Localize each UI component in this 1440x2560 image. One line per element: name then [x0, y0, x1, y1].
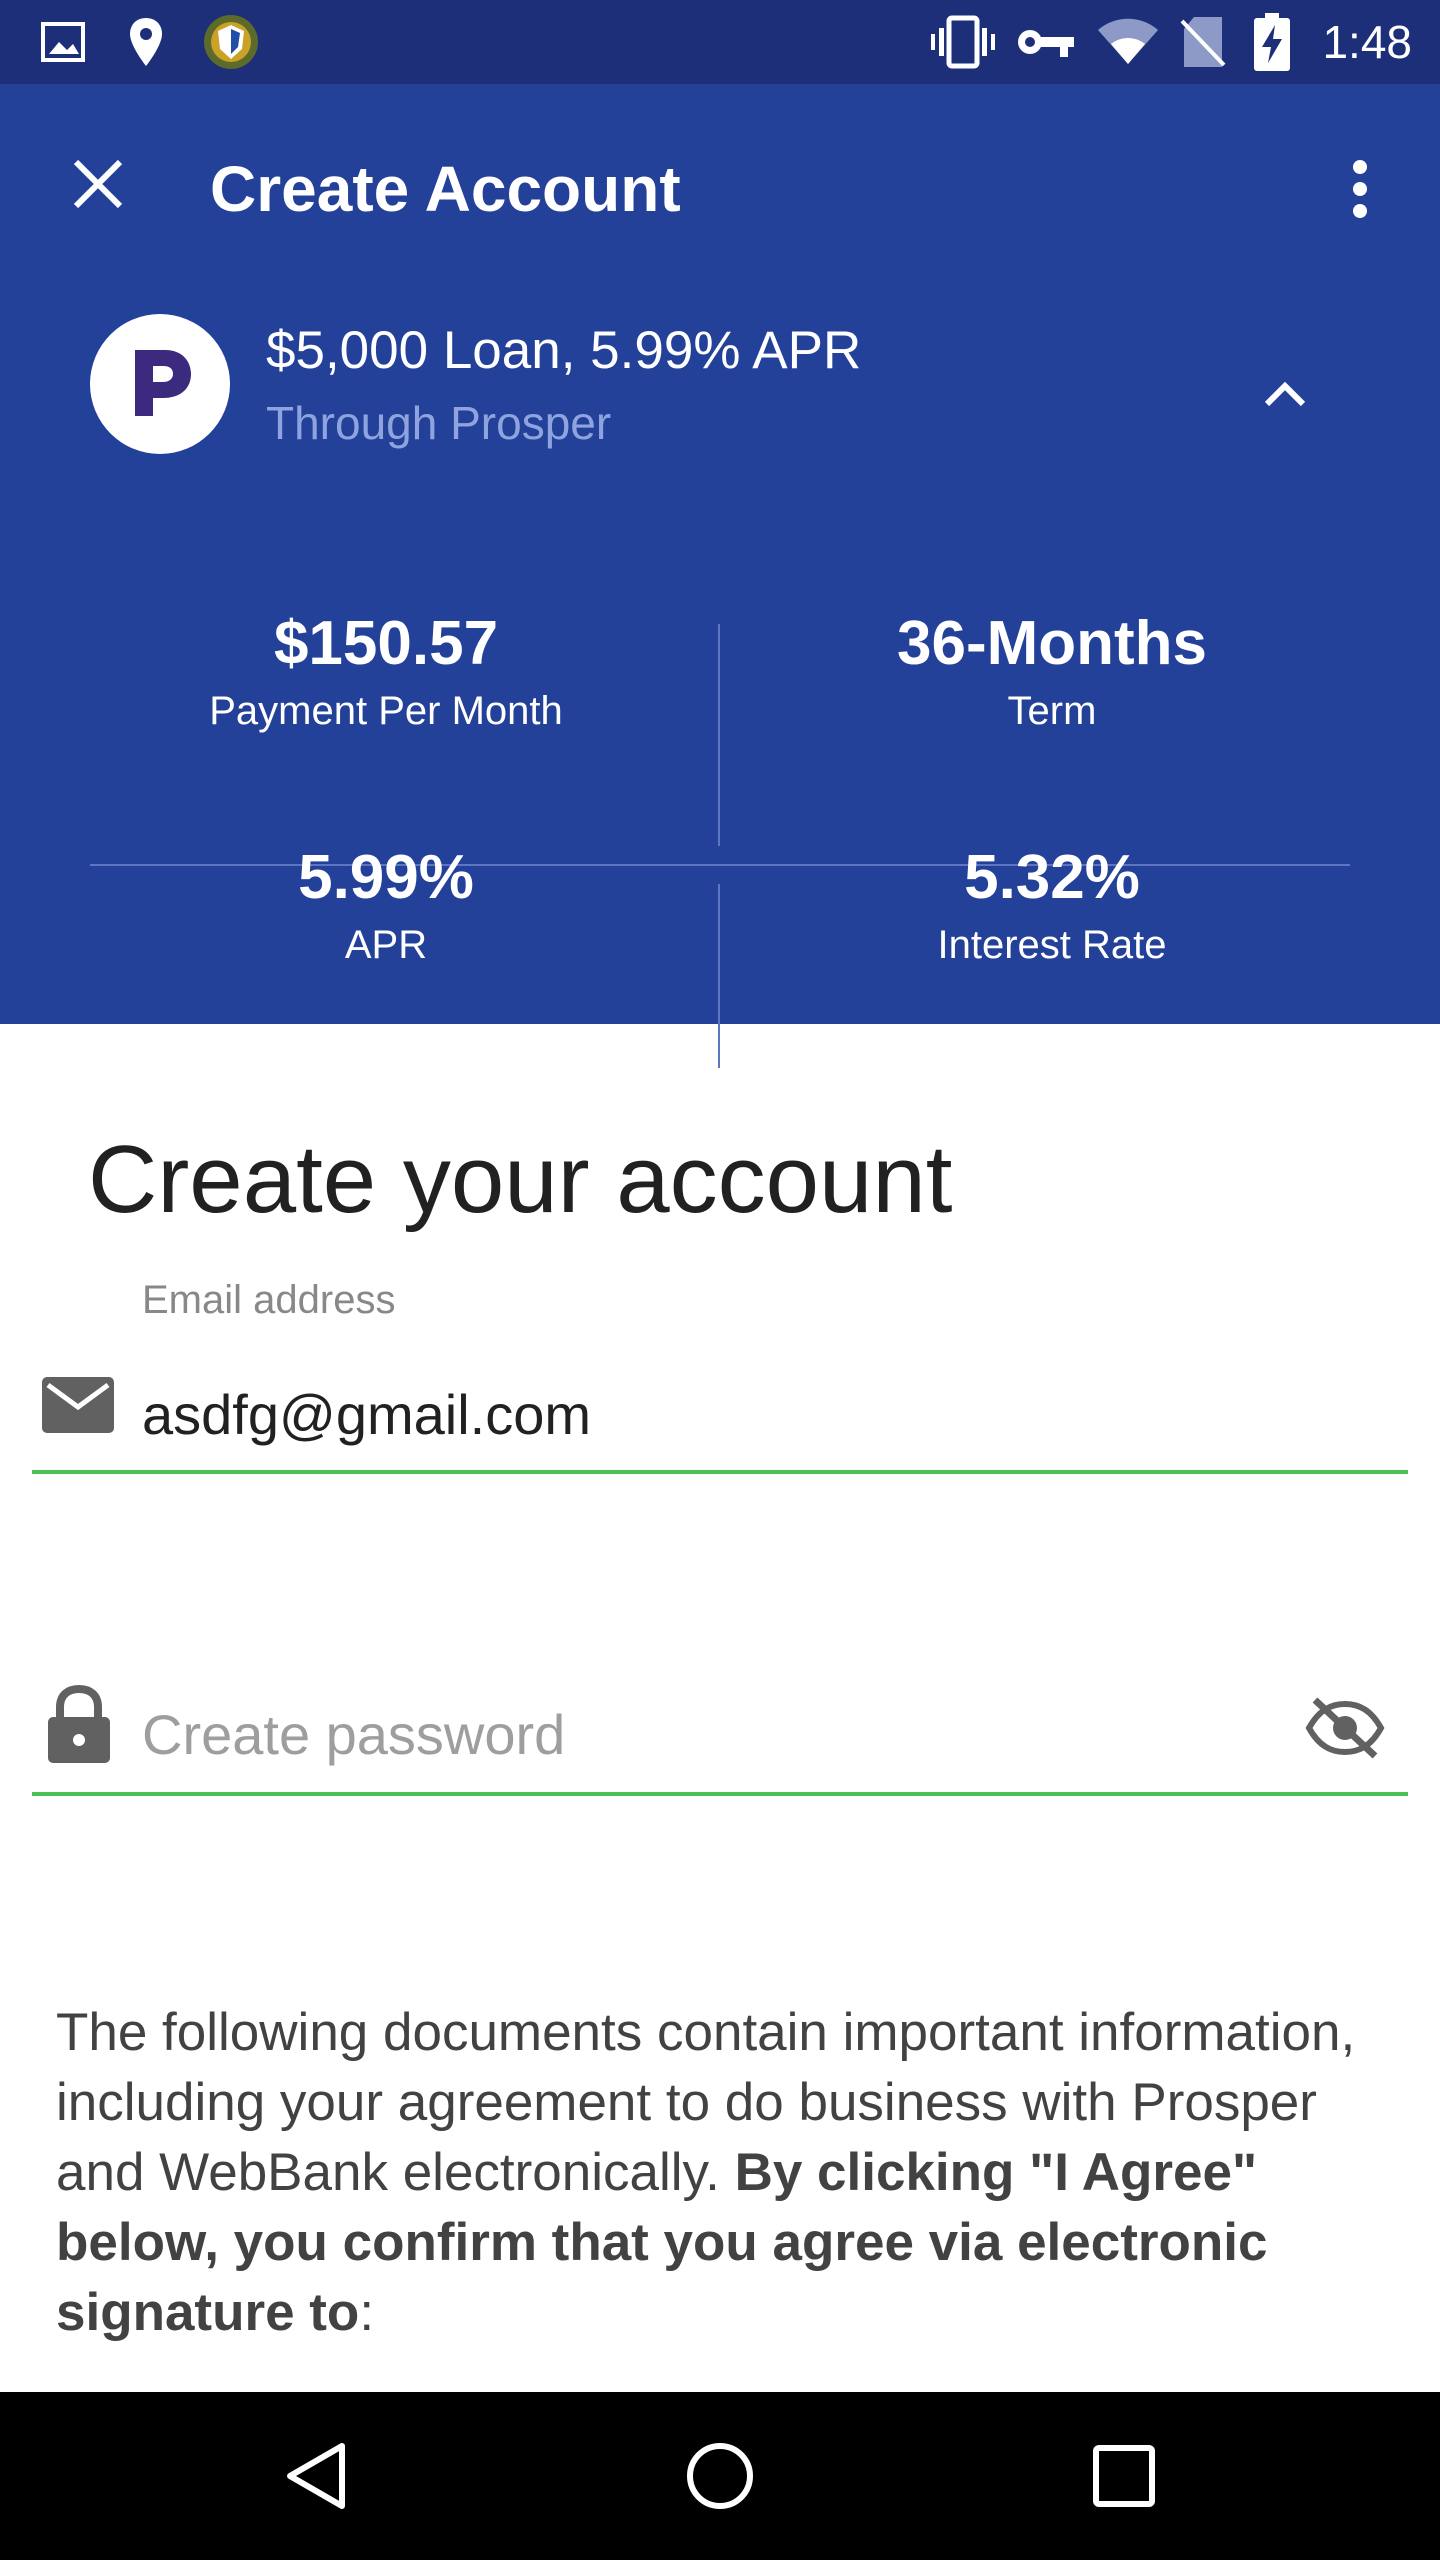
shield-app-icon — [200, 0, 262, 84]
stat-value: 36-Months — [897, 609, 1207, 678]
loan-title: $5,000 Loan, 5.99% APR — [266, 321, 862, 380]
stat-label: Payment Per Month — [209, 689, 563, 733]
vibrate-icon — [928, 0, 998, 84]
app-bar-title: Create Account — [210, 153, 681, 225]
stat-interest-rate: 5.32% Interest Rate — [742, 842, 1362, 968]
wifi-icon — [1096, 0, 1160, 84]
home-button[interactable] — [640, 2392, 800, 2560]
stat-term: 36-Months Term — [742, 608, 1362, 734]
recents-button[interactable] — [1044, 2392, 1204, 2560]
email-field-label: Email address — [142, 1278, 396, 1322]
no-sim-icon — [1176, 0, 1230, 84]
navigation-bar — [0, 2392, 1440, 2560]
close-button[interactable] — [58, 144, 138, 224]
toggle-password-visibility-button[interactable] — [1300, 1688, 1390, 1768]
stat-divider — [718, 624, 720, 846]
stat-value: $150.57 — [273, 609, 499, 678]
email-icon — [42, 1377, 114, 1433]
recents-square-icon — [1093, 2445, 1155, 2507]
agreement-tail-text: : — [359, 2283, 375, 2342]
stat-payment-per-month: $150.57 Payment Per Month — [76, 608, 696, 734]
back-button[interactable] — [236, 2392, 396, 2560]
vpn-key-icon — [1014, 0, 1078, 84]
more-vert-icon — [1353, 160, 1367, 218]
stat-label: APR — [344, 923, 428, 967]
email-field-underline — [32, 1470, 1408, 1474]
home-circle-icon — [687, 2443, 753, 2509]
lock-icon — [48, 1685, 110, 1763]
stat-value: 5.32% — [964, 843, 1140, 912]
collapse-details-button[interactable] — [1245, 354, 1325, 434]
close-icon — [73, 159, 123, 209]
stat-apr: 5.99% APR — [76, 842, 696, 968]
prosper-logo — [90, 314, 230, 454]
location-pin-icon — [124, 0, 168, 84]
password-field[interactable] — [142, 1694, 1242, 1774]
status-time: 1:48 — [1322, 16, 1412, 68]
status-bar: 1:48 — [0, 0, 1440, 84]
image-icon — [36, 0, 90, 84]
loan-header: Create Account $5,000 Loan, 5.99% APR Th… — [0, 84, 1440, 1068]
stat-value: 5.99% — [298, 843, 474, 912]
email-field[interactable]: asdfg@gmail.com — [142, 1382, 591, 1447]
overflow-menu-button[interactable] — [1320, 144, 1400, 234]
visibility-off-icon — [1305, 1697, 1385, 1759]
form-heading: Create your account — [88, 1126, 953, 1233]
battery-charging-icon — [1250, 0, 1294, 84]
chevron-up-icon — [1264, 381, 1306, 407]
loan-subtitle: Through Prosper — [266, 397, 612, 449]
password-field-underline — [32, 1792, 1408, 1796]
stat-divider — [718, 884, 720, 1068]
agreement-text: The following documents contain importan… — [56, 1998, 1396, 2348]
stat-label: Term — [1007, 689, 1097, 733]
back-triangle-icon — [287, 2443, 345, 2509]
stat-label: Interest Rate — [937, 923, 1167, 967]
